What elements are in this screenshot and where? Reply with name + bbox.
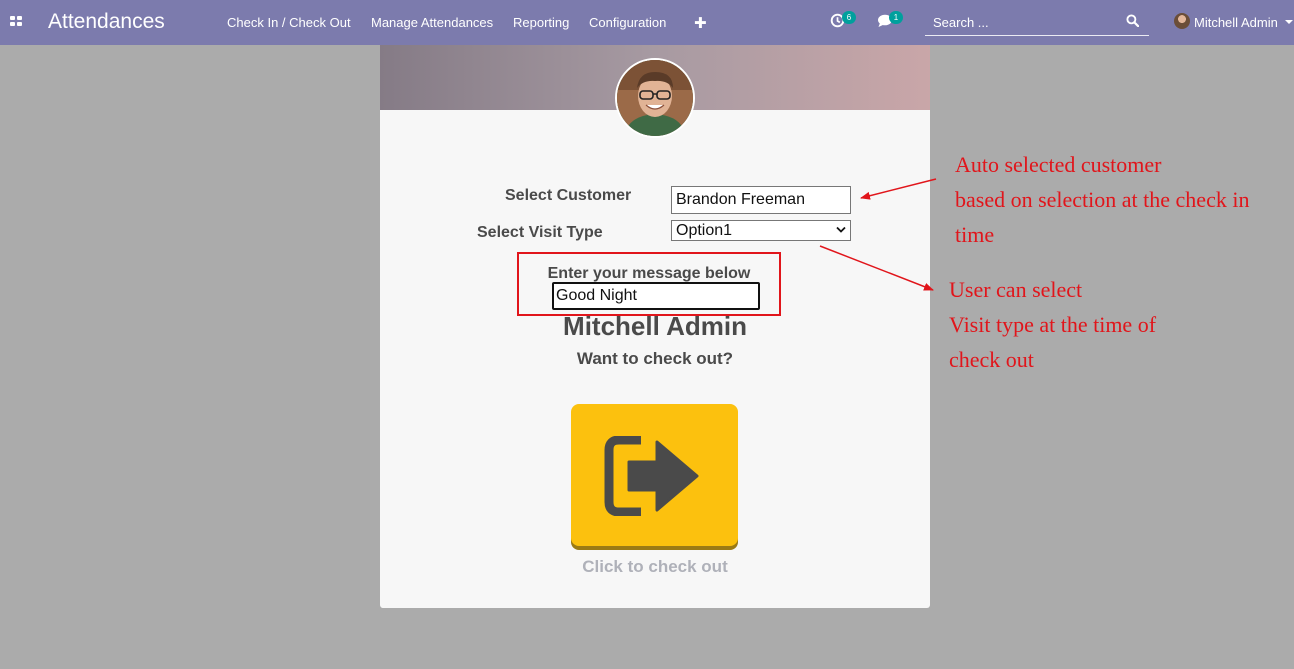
checkout-card: Select Customer Select Visit Type Option…: [380, 45, 930, 608]
menu-item-manage-attendances[interactable]: Manage Attendances: [371, 15, 493, 30]
apps-menu-icon[interactable]: [10, 16, 23, 28]
annotation-line: time: [955, 222, 995, 247]
messaging-menu[interactable]: 1: [877, 11, 903, 33]
search-icon[interactable]: [1126, 14, 1139, 27]
user-name: Mitchell Admin: [1194, 15, 1278, 30]
sign-out-icon: [604, 436, 699, 516]
activity-count-badge: 6: [842, 11, 856, 24]
user-avatar: [1174, 13, 1190, 29]
message-highlight-box: Enter your message below: [517, 252, 781, 316]
employee-name: Mitchell Admin: [563, 311, 747, 341]
visit-type-select[interactable]: Option1: [671, 220, 851, 241]
message-label: Enter your message below: [547, 265, 751, 282]
annotation-line: Auto selected customer: [955, 152, 1162, 177]
plus-icon[interactable]: ✚: [694, 14, 707, 32]
annotation-line: Visit type at the time of: [949, 312, 1157, 337]
top-navbar: Attendances Check In / Check Out Manage …: [0, 0, 1294, 45]
chevron-down-icon: [836, 226, 846, 233]
menu-item-configuration[interactable]: Configuration: [589, 15, 666, 30]
search-box: [925, 8, 1149, 36]
visit-type-selected-value: Option1: [676, 222, 733, 239]
customer-field[interactable]: [671, 186, 851, 214]
annotation-line: check out: [949, 347, 1034, 372]
app-title[interactable]: Attendances: [48, 10, 165, 34]
caret-down-icon: [1285, 20, 1293, 24]
annotation-line: based on selection at the check in: [955, 187, 1250, 212]
message-input[interactable]: [552, 282, 760, 310]
visit-type-label: Select Visit Type: [477, 224, 603, 241]
customer-label: Select Customer: [505, 187, 632, 204]
employee-avatar: [615, 58, 695, 138]
checkout-button[interactable]: [571, 404, 738, 546]
checkout-hint: Click to check out: [582, 557, 728, 576]
menu-item-reporting[interactable]: Reporting: [513, 15, 569, 30]
menu-item-check-in-check-out[interactable]: Check In / Check Out: [227, 15, 351, 30]
customer-annotation: Auto selected customer based on selectio…: [955, 147, 1249, 252]
search-input[interactable]: [933, 12, 1123, 32]
activity-menu[interactable]: 6: [830, 11, 856, 33]
message-count-badge: 1: [889, 11, 903, 24]
employee-portrait: [617, 60, 693, 136]
visit-type-annotation: User can select Visit type at the time o…: [949, 272, 1156, 377]
annotation-line: User can select: [949, 277, 1083, 302]
checkout-question: Want to check out?: [576, 349, 734, 368]
